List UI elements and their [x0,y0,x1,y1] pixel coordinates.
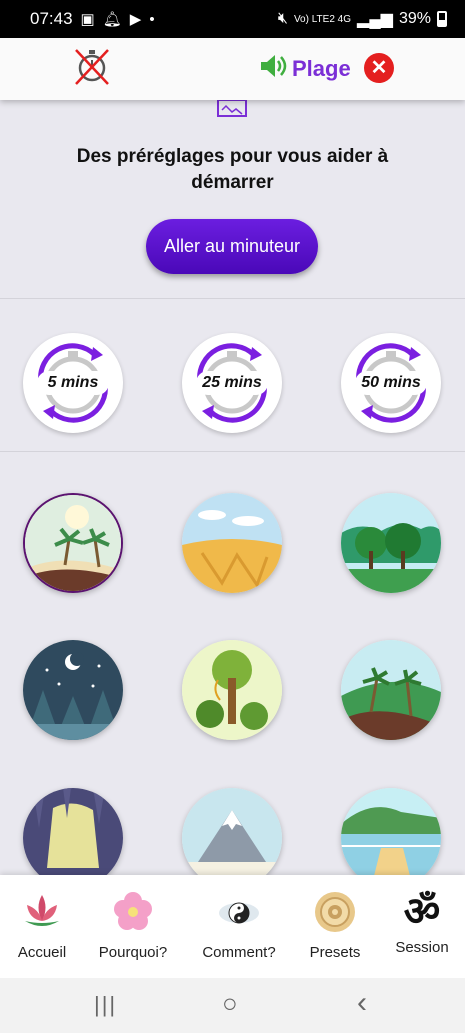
nav-pourquoi[interactable]: Pourquoi? [88,889,178,961]
scene-lake[interactable] [341,788,441,875]
main-content: Des préréglages pour vous aider à démarr… [0,100,465,875]
beach-scene-icon [25,495,121,591]
notification-bell-icon: 🔔︎ [102,11,122,28]
go-to-timer-button[interactable]: Aller au minuteur [146,219,318,274]
nav-presets[interactable]: Presets [290,889,380,961]
desert-scene-icon [182,493,282,593]
preset-label: 25 mins [196,371,268,395]
clock: 07:43 [30,9,73,28]
page-heading: Des préréglages pour vous aider à démarr… [76,146,389,193]
nav-label: Accueil [17,944,67,961]
timer-off-icon[interactable] [72,46,112,86]
nav-label: Pourquoi? [98,944,168,961]
back-button[interactable]: ‹ [357,986,367,1020]
close-button[interactable]: ✕ [364,53,394,83]
preset-5-mins[interactable]: 5 mins [23,333,123,433]
om-icon: ॐ [403,889,441,935]
recents-button[interactable]: ||| [94,992,117,1018]
network-label: Vo) LTE2 4G [293,13,352,25]
scene-forest[interactable] [341,493,441,593]
nav-label: Comment? [202,944,276,961]
forest-scene-icon [341,493,441,593]
scene-desert[interactable] [182,493,282,593]
preset-25-mins[interactable]: 25 mins [182,333,282,433]
sound-label: Plage [292,55,351,81]
scene-night-forest[interactable] [23,640,123,740]
status-bar: 07:43 ▣ 🔔︎ ▶ • 🔇︎ Vo) LTE2 4G ▂▄▆ 39% [0,0,465,38]
nav-session[interactable]: ॐ Session [377,889,465,956]
mountain-scene-icon [182,788,282,875]
signal-icon: ▂▄▆ [357,11,393,28]
nav-label: Presets [309,944,361,961]
speaker-icon [258,52,288,85]
mandala-icon [315,892,355,932]
scene-jungle[interactable] [182,640,282,740]
battery-percent: 39% [398,10,431,27]
divider [0,451,465,452]
cave-scene-icon [23,788,123,875]
tropical-scene-icon [341,640,441,740]
jungle-scene-icon [182,640,282,740]
dot-icon: • [149,10,155,28]
home-button[interactable]: ○ [222,988,238,1019]
flower-icon [114,892,152,930]
peek-icon [217,100,247,117]
preset-label: 50 mins [355,371,427,395]
youtube-icon: ▶ [129,11,142,28]
scene-cave[interactable] [23,788,123,875]
system-nav-bar: ||| ○ ‹ [0,978,465,1033]
mute-icon: 🔇︎ [277,10,288,27]
night-forest-scene-icon [23,640,123,740]
preset-50-mins[interactable]: 50 mins [341,333,441,433]
top-bar: Plage ✕ [0,38,465,100]
scene-tropical[interactable] [341,640,441,740]
nav-accueil[interactable]: Accueil [0,889,87,961]
gallery-icon: ▣ [80,11,95,28]
preset-label: 5 mins [37,371,109,395]
scene-beach[interactable] [23,493,123,593]
scene-mountain[interactable] [182,788,282,875]
divider [0,298,465,299]
bottom-nav: Accueil Pourquoi? Comment? Presets ॐ Ses… [0,875,465,978]
lotus-icon [25,895,59,926]
nav-comment[interactable]: Comment? [194,889,284,961]
yin-yang-icon [219,902,259,924]
lake-scene-icon [341,788,441,875]
sound-toggle[interactable]: Plage [258,52,351,85]
battery-icon [437,11,447,27]
nav-label: Session [395,939,449,956]
